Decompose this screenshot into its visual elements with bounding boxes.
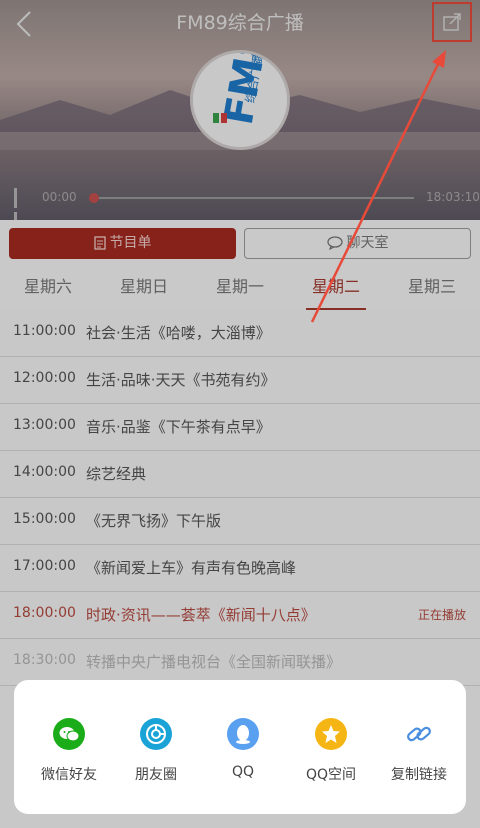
moments-icon (140, 718, 172, 750)
share-sheet: 微信好友 朋友圈 QQ QQ空间 复制链接 (14, 680, 466, 814)
copy-link-button[interactable]: 复制链接 (374, 718, 464, 784)
wechat-icon (53, 718, 85, 750)
qzone-icon (315, 718, 347, 750)
share-wechat-button[interactable]: 微信好友 (24, 718, 114, 784)
qq-icon (227, 718, 259, 750)
share-moments-button[interactable]: 朋友圈 (111, 718, 201, 784)
share-label: 朋友圈 (135, 767, 177, 783)
share-label: 复制链接 (391, 767, 447, 783)
link-icon (403, 718, 435, 750)
share-qzone-button[interactable]: QQ空间 (286, 718, 376, 784)
share-label: QQ空间 (305, 767, 357, 783)
share-qq-button[interactable]: QQ (198, 718, 288, 780)
share-label: 微信好友 (41, 767, 97, 783)
share-label: QQ (231, 764, 255, 780)
